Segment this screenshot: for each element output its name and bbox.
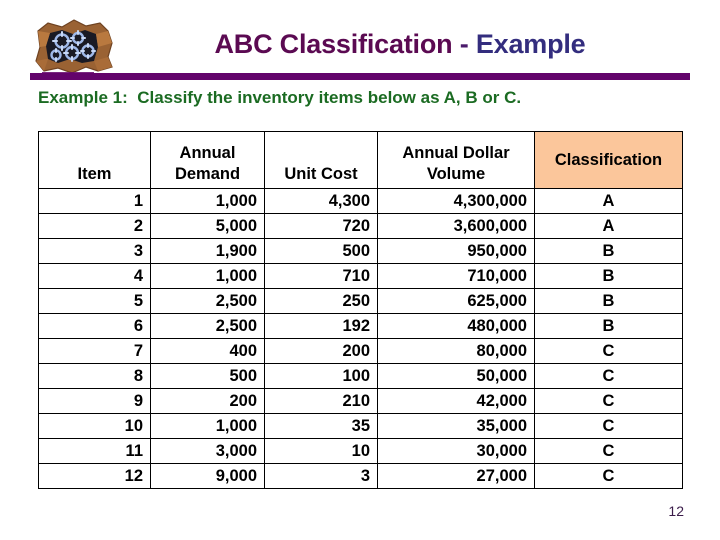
cell-unit-cost: 720 <box>264 213 378 239</box>
table-row: 8 500 100 50,000 C <box>38 363 683 389</box>
cell-annual-demand: 3,000 <box>150 438 265 464</box>
cell-unit-cost: 250 <box>264 288 378 314</box>
cell-classification: C <box>534 388 683 414</box>
cell-item: 1 <box>38 188 151 214</box>
cell-item: 6 <box>38 313 151 339</box>
cell-item: 4 <box>38 263 151 289</box>
cell-annual-dollar-volume: 30,000 <box>377 438 535 464</box>
cell-item: 7 <box>38 338 151 364</box>
column-header-annual-demand: Annual Demand <box>150 131 265 189</box>
title-segment-dash: - <box>452 29 476 59</box>
cell-unit-cost: 210 <box>264 388 378 414</box>
table-row: 7 400 200 80,000 C <box>38 338 683 364</box>
subtitle-text: Example 1: Classify the inventory items … <box>38 88 522 107</box>
cell-annual-dollar-volume: 80,000 <box>377 338 535 364</box>
cell-annual-dollar-volume: 4,300,000 <box>377 188 535 214</box>
cell-annual-demand: 2,500 <box>150 313 265 339</box>
header-line: Unit Cost <box>284 165 358 183</box>
header-line: Annual <box>179 144 236 162</box>
page-title: ABC Classification - Example <box>120 29 680 60</box>
cell-classification: B <box>534 313 683 339</box>
header-line: Classification <box>554 150 663 169</box>
column-header-classification: Classification <box>534 131 683 189</box>
cell-item: 2 <box>38 213 151 239</box>
cell-annual-dollar-volume: 3,600,000 <box>377 213 535 239</box>
cell-annual-dollar-volume: 42,000 <box>377 388 535 414</box>
column-header-annual-dollar-volume: Annual Dollar Volume <box>377 131 535 189</box>
cell-item: 3 <box>38 238 151 264</box>
cell-annual-dollar-volume: 50,000 <box>377 363 535 389</box>
table-row: 12 9,000 3 27,000 C <box>38 463 683 489</box>
cell-annual-dollar-volume: 950,000 <box>377 238 535 264</box>
table-row: 3 1,900 500 950,000 B <box>38 238 683 264</box>
cell-classification: C <box>534 463 683 489</box>
title-segment-example: Example <box>475 29 586 59</box>
cell-item: 8 <box>38 363 151 389</box>
cell-classification: B <box>534 238 683 264</box>
cell-unit-cost: 100 <box>264 363 378 389</box>
cell-unit-cost: 710 <box>264 263 378 289</box>
table-body: 1 1,000 4,300 4,300,000 A 2 5,000 720 3,600,000 A… <box>38 188 683 489</box>
cell-annual-demand: 9,000 <box>150 463 265 489</box>
cell-annual-demand: 200 <box>150 388 265 414</box>
column-header-unit-cost: Unit Cost <box>264 131 378 189</box>
logo-svg <box>35 19 113 75</box>
cell-classification: A <box>534 188 683 214</box>
table-row: 5 2,500 250 625,000 B <box>38 288 683 314</box>
cell-annual-dollar-volume: 710,000 <box>377 263 535 289</box>
table-header-row: Item Annual Demand Unit Cost Annual Doll… <box>38 131 683 189</box>
table-header: Item Annual Demand Unit Cost Annual Doll… <box>38 131 683 189</box>
table-row: 2 5,000 720 3,600,000 A <box>38 213 683 239</box>
cell-classification: B <box>534 263 683 289</box>
header-line: Volume <box>426 165 486 183</box>
cell-classification: C <box>534 363 683 389</box>
table-row: 11 3,000 10 30,000 C <box>38 438 683 464</box>
cell-annual-demand: 1,900 <box>150 238 265 264</box>
cell-classification: C <box>534 413 683 439</box>
cell-annual-demand: 1,000 <box>150 263 265 289</box>
cell-annual-demand: 400 <box>150 338 265 364</box>
cell-annual-dollar-volume: 480,000 <box>377 313 535 339</box>
cell-annual-demand: 500 <box>150 363 265 389</box>
cell-annual-dollar-volume: 625,000 <box>377 288 535 314</box>
column-header-item: Item <box>38 131 151 189</box>
cell-unit-cost: 192 <box>264 313 378 339</box>
cell-annual-demand: 1,000 <box>150 188 265 214</box>
cell-annual-dollar-volume: 35,000 <box>377 413 535 439</box>
cell-item: 11 <box>38 438 151 464</box>
abc-classification-table: Item Annual Demand Unit Cost Annual Doll… <box>38 131 683 489</box>
cell-annual-demand: 5,000 <box>150 213 265 239</box>
page-number: 12 <box>668 503 684 519</box>
title-segment-main: ABC Classification <box>214 29 453 59</box>
cell-unit-cost: 3 <box>264 463 378 489</box>
header-line: Item <box>77 165 112 183</box>
table-row: 1 1,000 4,300 4,300,000 A <box>38 188 683 214</box>
header-line: Annual Dollar <box>402 144 510 162</box>
cell-unit-cost: 200 <box>264 338 378 364</box>
cell-item: 9 <box>38 388 151 414</box>
header-line: Demand <box>174 165 241 183</box>
cell-classification: A <box>534 213 683 239</box>
cell-item: 5 <box>38 288 151 314</box>
cell-unit-cost: 35 <box>264 413 378 439</box>
cell-unit-cost: 500 <box>264 238 378 264</box>
cell-unit-cost: 10 <box>264 438 378 464</box>
table-row: 10 1,000 35 35,000 C <box>38 413 683 439</box>
broken-box-gears-logo <box>28 17 118 77</box>
cell-classification: B <box>534 288 683 314</box>
title-divider <box>30 73 690 80</box>
table-row: 9 200 210 42,000 C <box>38 388 683 414</box>
cell-unit-cost: 4,300 <box>264 188 378 214</box>
cell-classification: C <box>534 438 683 464</box>
cell-annual-demand: 2,500 <box>150 288 265 314</box>
table-row: 4 1,000 710 710,000 B <box>38 263 683 289</box>
cell-item: 12 <box>38 463 151 489</box>
table-row: 6 2,500 192 480,000 B <box>38 313 683 339</box>
cell-annual-demand: 1,000 <box>150 413 265 439</box>
cell-item: 10 <box>38 413 151 439</box>
cell-annual-dollar-volume: 27,000 <box>377 463 535 489</box>
cell-classification: C <box>534 338 683 364</box>
